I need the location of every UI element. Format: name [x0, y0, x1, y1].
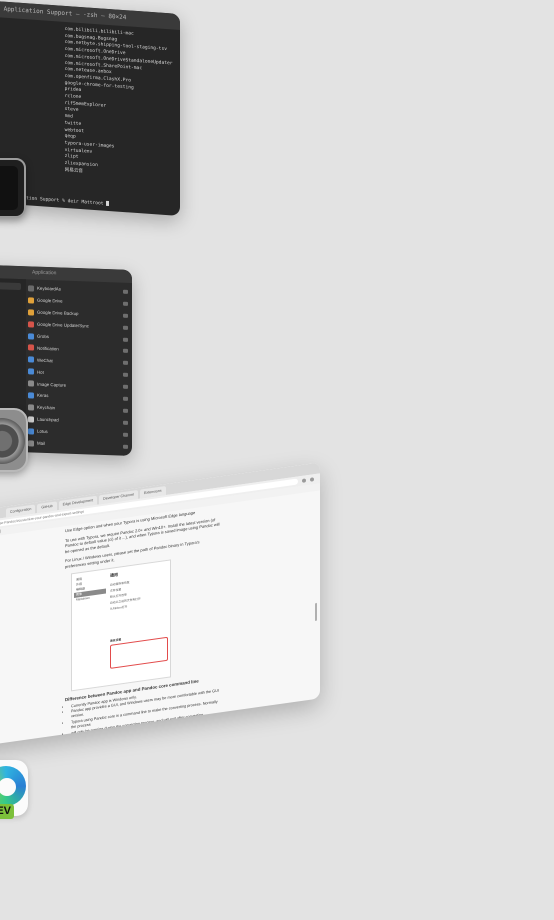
app-icon — [28, 392, 34, 399]
screenshot-option: 文件位置 — [110, 586, 122, 593]
app-icon — [28, 380, 34, 387]
list-item: preferences or the config file of Pandoc… — [71, 742, 221, 756]
extensions-icon[interactable] — [302, 478, 306, 483]
folder-icon — [123, 432, 128, 437]
terminal-column-2: com.bilibili.bilibili-mac com.bugsnag.Bug… — [65, 27, 174, 182]
finder-row-label: Lotus — [37, 428, 48, 435]
cursor-icon — [106, 200, 110, 207]
finder-row-label: Grobs — [37, 333, 49, 340]
app-icon — [28, 356, 34, 363]
folder-icon — [123, 408, 128, 413]
app-icon — [28, 309, 34, 316]
finder-row-label: Hot — [37, 369, 44, 375]
folder-icon — [123, 444, 128, 449]
settings-screenshot: 通用 外观 编辑器 图像 Markdown 通用 自动保存和恢复 文件位置 默认打开目录 自动… — [71, 558, 171, 691]
finder-row-label: WeChat — [37, 357, 53, 364]
folder-icon — [123, 313, 128, 318]
system-settings-icon[interactable] — [0, 408, 28, 472]
folder-icon — [123, 325, 128, 330]
finder-row-label: Notification — [37, 345, 59, 352]
folder-icon — [123, 360, 128, 366]
app-icon — [28, 368, 34, 375]
finder-row-label: Image Capture — [37, 381, 67, 388]
dev-badge: DEV — [0, 804, 14, 819]
list-item: Pandoc app provides other features, like… — [71, 748, 221, 756]
edge-dev-app-icon[interactable]: DEV — [0, 760, 38, 828]
screenshot-title: 通用 — [110, 571, 118, 578]
terminal-window[interactable]: Application Support — -zsh — 80×24 nkdoc… — [0, 0, 180, 216]
folder-icon — [123, 289, 128, 294]
screenshot-option: 自动保存和恢复 — [110, 579, 130, 587]
folder-icon — [123, 396, 128, 401]
finder-row-label: Google Drive Backup — [37, 309, 79, 317]
page-content: Use Edge option and when your Typora is … — [65, 506, 221, 756]
app-icon — [28, 427, 34, 435]
bookmark-item[interactable] — [0, 529, 1, 535]
app-icon — [28, 285, 34, 292]
finder-file-list: KeyboardAs Google Drive Google Drive Backu… — [28, 282, 128, 452]
screenshot-sidebar: 通用 外观 编辑器 图像 Markdown — [74, 573, 106, 602]
finder-row-label: Keychain — [37, 405, 56, 411]
folder-icon — [123, 372, 128, 378]
finder-row-label: KeyboardAs — [37, 286, 61, 292]
app-icon — [28, 439, 34, 447]
gear-icon — [0, 418, 25, 464]
browser-window[interactable]: Configuration GitHub Edge Development Devel… — [0, 462, 320, 756]
app-icon — [28, 320, 34, 328]
finder-row-label: Google Drive Update/Sync — [37, 321, 89, 329]
app-icon — [28, 297, 34, 304]
finder-row-label: Mail — [37, 440, 46, 446]
folder-icon — [123, 384, 128, 389]
app-icon — [28, 344, 34, 351]
folder-icon — [123, 301, 128, 306]
terminal-app-icon[interactable] — [0, 158, 26, 218]
app-icon — [28, 332, 34, 340]
finder-row-label: Keras — [37, 393, 49, 399]
app-icon — [28, 404, 34, 411]
folder-icon — [123, 420, 128, 425]
menu-icon[interactable] — [310, 477, 314, 482]
folder-icon — [123, 349, 128, 354]
terminal-column-1: nkdocityotseeft Edge DevesShowcaseAdapto… — [0, 14, 65, 174]
finder-row-label: Launchpad — [37, 416, 59, 423]
finder-search-field[interactable] — [0, 280, 21, 291]
app-icon — [28, 416, 34, 423]
finder-row-label: Google Drive — [37, 298, 63, 304]
window-overview: Application Support — -zsh — 80×24 nkdoc… — [0, 0, 554, 920]
folder-icon — [123, 337, 128, 342]
scrollbar[interactable] — [315, 602, 317, 622]
list-item: automatically. Also, Pandoc app is an in… — [71, 726, 221, 756]
list-item: Pandoc app and Pandoc core can do differ… — [71, 737, 221, 756]
screenshot-section: 高级设置 — [110, 636, 122, 643]
screenshot-option: 从Ribbon打开 — [110, 604, 128, 611]
finder-row[interactable]: Mail — [28, 437, 128, 452]
